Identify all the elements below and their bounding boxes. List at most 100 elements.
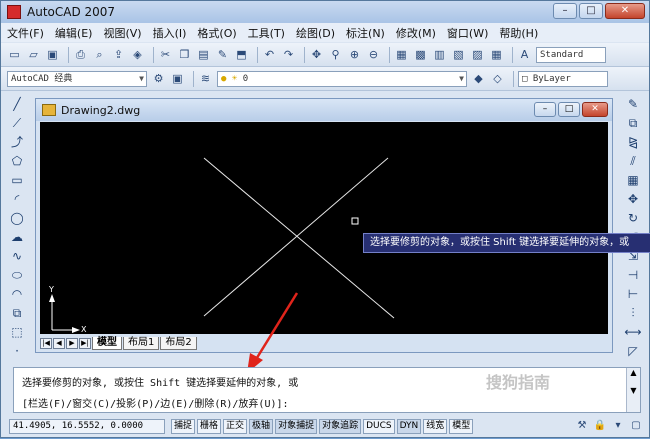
prev-tab-icon[interactable]: ◀ [53, 337, 65, 349]
make-object-layer-current-icon[interactable]: ◆ [471, 71, 486, 86]
coordinate-display[interactable]: 41.4905, 16.5552, 0.0000 [9, 419, 165, 434]
make-block-icon[interactable]: ⬚ [8, 324, 26, 341]
polyline-icon[interactable]: ⤴ [8, 134, 26, 151]
cut-icon[interactable]: ✂ [158, 47, 173, 62]
break-icon[interactable]: ⫶ [624, 305, 642, 322]
menu-tools[interactable]: 工具(T) [248, 25, 285, 41]
open-icon[interactable]: ▱ [26, 47, 41, 62]
save-icon[interactable]: ▣ [45, 47, 60, 62]
ortho-toggle[interactable]: 正交 [223, 419, 248, 434]
menu-draw[interactable]: 绘图(D) [296, 25, 335, 41]
chamfer-icon[interactable]: ◸ [624, 343, 642, 360]
layer-previous-icon[interactable]: ◇ [490, 71, 505, 86]
zoom-window-icon[interactable]: ⊕ [347, 47, 362, 62]
tab-model[interactable]: 模型 [92, 336, 122, 350]
mirror-icon[interactable]: ⧎ [624, 134, 642, 151]
layer-select[interactable]: ● ☀ 0 ▼ [217, 70, 467, 87]
grid-toggle[interactable]: 栅格 [197, 419, 222, 434]
menu-insert[interactable]: 插入(I) [153, 25, 187, 41]
drawing-title-bar[interactable]: Drawing2.dwg – □ ✕ [36, 99, 612, 121]
markup-icon[interactable]: ▨ [470, 47, 485, 62]
menu-dimension[interactable]: 标注(N) [346, 25, 385, 41]
rotate-icon[interactable]: ↻ [624, 210, 642, 227]
dyn-toggle[interactable]: DYN [396, 419, 422, 434]
command-scrollbar[interactable]: ▲ ▼ [626, 368, 640, 412]
zoom-previous-icon[interactable]: ⊖ [366, 47, 381, 62]
snap-toggle[interactable]: 捕捉 [171, 419, 196, 434]
calculator-icon[interactable]: ▦ [489, 47, 504, 62]
clean-screen-icon[interactable]: ▢ [629, 419, 643, 433]
insert-block-icon[interactable]: ⧉ [8, 305, 26, 322]
menu-modify[interactable]: 修改(M) [396, 25, 436, 41]
osnap-toggle[interactable]: 对象捕捉 [275, 419, 318, 434]
tab-layout1[interactable]: 布局1 [123, 336, 160, 350]
drawing-maximize-button[interactable]: □ [558, 102, 580, 117]
model-space-canvas[interactable]: Y X [40, 122, 608, 334]
menu-help[interactable]: 帮助(H) [499, 25, 538, 41]
properties-icon[interactable]: ▦ [394, 47, 409, 62]
join-icon[interactable]: ⟷ [624, 324, 642, 341]
close-button[interactable]: ✕ [605, 3, 645, 19]
move-icon[interactable]: ✥ [624, 191, 642, 208]
tab-layout2[interactable]: 布局2 [160, 336, 197, 350]
erase-icon[interactable]: ✎ [624, 96, 642, 113]
ellipse-arc-icon[interactable]: ◠ [8, 286, 26, 303]
drawing-close-button[interactable]: ✕ [582, 102, 608, 117]
new-file-icon[interactable]: ▭ [7, 47, 22, 62]
lock-icon[interactable]: 🔒 [593, 419, 607, 433]
model-toggle[interactable]: 模型 [449, 419, 474, 434]
copy-icon[interactable]: ❐ [177, 47, 192, 62]
point-icon[interactable]: · [8, 343, 26, 360]
layer-manager-icon[interactable]: ≋ [198, 71, 213, 86]
arc-icon[interactable]: ◜ [8, 191, 26, 208]
next-tab-icon[interactable]: ▶ [66, 337, 78, 349]
revision-cloud-icon[interactable]: ☁ [8, 229, 26, 246]
spline-icon[interactable]: ∿ [8, 248, 26, 265]
command-prompt-line-2[interactable]: [栏选(F)/窗交(C)/投影(P)/边(E)/删除(R)/放弃(U)]: [22, 395, 289, 410]
menu-file[interactable]: 文件(F) [7, 25, 44, 41]
title-bar[interactable]: AutoCAD 2007 – □ ✕ [1, 1, 649, 23]
publish-icon[interactable]: ⇪ [111, 47, 126, 62]
block-editor-icon[interactable]: ⬒ [234, 47, 249, 62]
communication-center-icon[interactable]: ⚒ [575, 419, 589, 433]
color-select[interactable]: □ ByLayer [518, 70, 608, 87]
ellipse-icon[interactable]: ⬭ [8, 267, 26, 284]
trim-icon[interactable]: ⊣ [624, 267, 642, 284]
tool-palettes-icon[interactable]: ▥ [432, 47, 447, 62]
copy-object-icon[interactable]: ⧉ [624, 115, 642, 132]
lineweight-toggle[interactable]: 线宽 [423, 419, 448, 434]
drawing-minimize-button[interactable]: – [534, 102, 556, 117]
plot-preview-icon[interactable]: ⌕ [92, 47, 107, 62]
workspace-settings-icon[interactable]: ⚙ [151, 71, 166, 86]
circle-icon[interactable]: ◯ [8, 210, 26, 227]
undo-icon[interactable]: ↶ [262, 47, 277, 62]
tray-menu-icon[interactable]: ▾ [611, 419, 625, 433]
pan-icon[interactable]: ✥ [309, 47, 324, 62]
construction-line-icon[interactable]: ⟋ [8, 115, 26, 132]
menu-edit[interactable]: 编辑(E) [55, 25, 93, 41]
ducs-toggle[interactable]: DUCS [363, 419, 395, 434]
workspace-save-icon[interactable]: ▣ [170, 71, 185, 86]
offset-icon[interactable]: ⫽ [624, 153, 642, 170]
menu-view[interactable]: 视图(V) [103, 25, 141, 41]
paste-icon[interactable]: ▤ [196, 47, 211, 62]
workspace-select[interactable]: AutoCAD 经典 ▼ [7, 70, 147, 87]
minimize-button[interactable]: – [553, 3, 577, 19]
3d-icon[interactable]: ◈ [130, 47, 145, 62]
design-center-icon[interactable]: ▩ [413, 47, 428, 62]
line-icon[interactable]: ╱ [8, 96, 26, 113]
polar-toggle[interactable]: 极轴 [249, 419, 274, 434]
match-properties-icon[interactable]: ✎ [215, 47, 230, 62]
menu-format[interactable]: 格式(O) [197, 25, 236, 41]
rectangle-icon[interactable]: ▭ [8, 172, 26, 189]
redo-icon[interactable]: ↷ [281, 47, 296, 62]
plot-icon[interactable]: ⎙ [73, 47, 88, 62]
menu-window[interactable]: 窗口(W) [447, 25, 488, 41]
otrack-toggle[interactable]: 对象追踪 [319, 419, 362, 434]
maximize-button[interactable]: □ [579, 3, 603, 19]
extend-icon[interactable]: ⊢ [624, 286, 642, 303]
polygon-icon[interactable]: ⬠ [8, 153, 26, 170]
text-style-select[interactable]: Standard [536, 46, 606, 63]
array-icon[interactable]: ▦ [624, 172, 642, 189]
last-tab-icon[interactable]: ▶| [79, 337, 91, 349]
